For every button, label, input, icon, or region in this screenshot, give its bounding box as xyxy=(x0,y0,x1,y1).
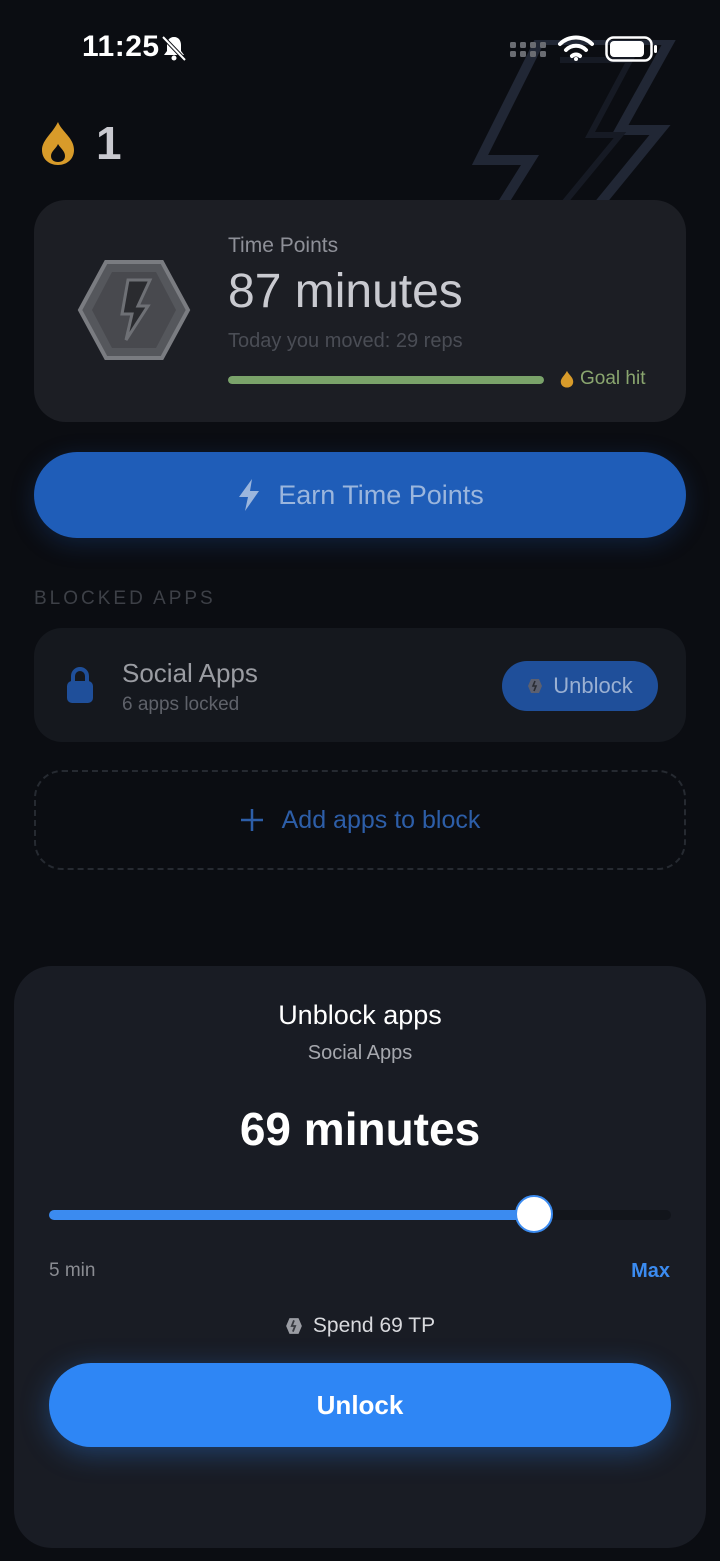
time-points-coin-icon xyxy=(286,1318,302,1334)
sheet-title: Unblock apps xyxy=(278,1000,442,1030)
add-apps-label: Add apps to block xyxy=(281,805,481,834)
wifi-icon xyxy=(558,35,594,61)
status-time: 11:25 xyxy=(82,30,160,63)
streak-count: 1 xyxy=(96,117,122,169)
blocked-app-name: Social Apps xyxy=(122,658,258,688)
earn-time-points-label: Earn Time Points xyxy=(278,479,484,510)
goal-status-label: Goal hit xyxy=(580,368,646,389)
spend-summary: Spend 69 TP xyxy=(14,1314,706,1338)
unlock-button-label: Unlock xyxy=(316,1389,404,1420)
unblock-button[interactable]: Unblock xyxy=(502,661,658,711)
sheet-subtitle: Social Apps xyxy=(307,1042,413,1064)
unblock-sheet: Unblock apps Social Apps 69 minutes 5 mi… xyxy=(14,966,706,1548)
status-bar: 11:25 xyxy=(0,0,720,96)
goal-status: Goal hit xyxy=(560,368,645,390)
spend-label: Spend 69 TP xyxy=(312,1314,436,1337)
unblock-duration: 69 minutes xyxy=(239,1103,481,1155)
slider-max-button[interactable]: Max xyxy=(631,1260,670,1283)
time-points-value: 87 minutes xyxy=(228,265,463,318)
blocked-app-row[interactable]: Social Apps 6 apps locked Unblock xyxy=(34,628,686,742)
blocked-apps-heading: BLOCKED APPS xyxy=(34,588,216,609)
daily-goal-progress-fill xyxy=(228,376,544,384)
lightning-icon xyxy=(239,479,260,511)
time-points-coin-icon xyxy=(528,679,543,693)
time-points-badge-icon xyxy=(77,260,191,360)
slider-min-label: 5 min xyxy=(49,1260,96,1281)
flame-icon xyxy=(42,122,74,165)
duration-slider-fill xyxy=(49,1210,535,1220)
cellular-icon xyxy=(510,42,546,57)
unlock-button[interactable]: Unlock xyxy=(49,1363,671,1447)
unblock-button-label: Unblock xyxy=(553,673,633,698)
duration-slider[interactable] xyxy=(49,1195,671,1233)
duration-slider-knob[interactable] xyxy=(515,1195,554,1233)
plus-icon xyxy=(240,809,263,831)
earn-time-points-button[interactable]: Earn Time Points xyxy=(34,452,686,538)
daily-goal-progress xyxy=(228,376,544,384)
bell-muted-icon xyxy=(161,35,187,62)
blocked-app-count: 6 apps locked xyxy=(122,694,240,715)
time-points-card: Time Points 87 minutes Today you moved: … xyxy=(34,200,686,422)
time-points-label: Time Points xyxy=(228,234,339,257)
today-moved-text: Today you moved: 29 reps xyxy=(228,330,463,352)
flame-icon xyxy=(560,370,574,388)
battery-icon xyxy=(605,36,657,62)
streak-counter: 1 xyxy=(40,116,122,170)
lock-icon xyxy=(67,667,93,703)
add-apps-button[interactable]: Add apps to block xyxy=(34,770,686,870)
